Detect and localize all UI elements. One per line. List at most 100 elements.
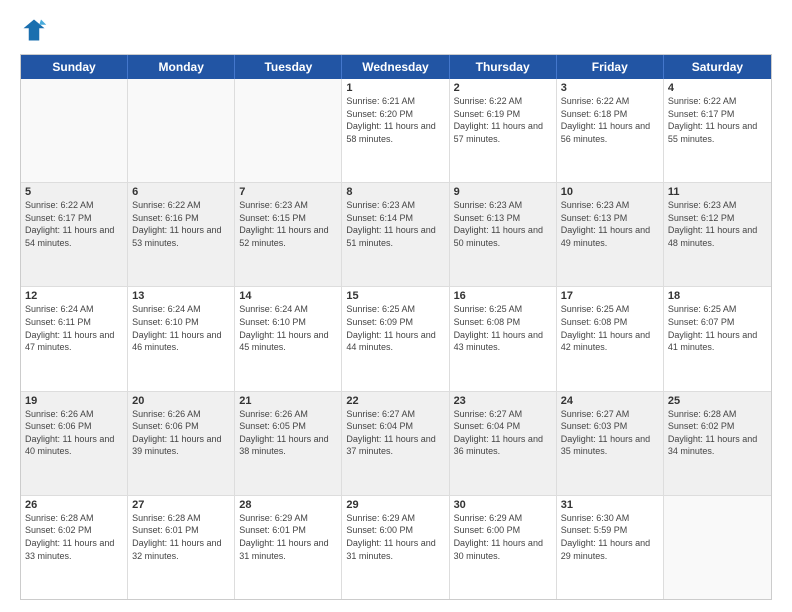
day-cell-10: 10Sunrise: 6:23 AMSunset: 6:13 PMDayligh… — [557, 183, 664, 286]
day-info: Sunrise: 6:26 AMSunset: 6:05 PMDaylight:… — [239, 408, 337, 458]
day-number: 11 — [668, 186, 767, 198]
day-cell-17: 17Sunrise: 6:25 AMSunset: 6:08 PMDayligh… — [557, 287, 664, 390]
day-number: 8 — [346, 186, 444, 198]
day-number: 1 — [346, 82, 444, 94]
day-cell-16: 16Sunrise: 6:25 AMSunset: 6:08 PMDayligh… — [450, 287, 557, 390]
day-cell-31: 31Sunrise: 6:30 AMSunset: 5:59 PMDayligh… — [557, 496, 664, 599]
day-cell-9: 9Sunrise: 6:23 AMSunset: 6:13 PMDaylight… — [450, 183, 557, 286]
day-number: 4 — [668, 82, 767, 94]
day-number: 7 — [239, 186, 337, 198]
day-cell-1: 1Sunrise: 6:21 AMSunset: 6:20 PMDaylight… — [342, 79, 449, 182]
day-info: Sunrise: 6:28 AMSunset: 6:02 PMDaylight:… — [668, 408, 767, 458]
empty-cell — [21, 79, 128, 182]
day-cell-7: 7Sunrise: 6:23 AMSunset: 6:15 PMDaylight… — [235, 183, 342, 286]
day-number: 10 — [561, 186, 659, 198]
day-cell-22: 22Sunrise: 6:27 AMSunset: 6:04 PMDayligh… — [342, 392, 449, 495]
day-cell-27: 27Sunrise: 6:28 AMSunset: 6:01 PMDayligh… — [128, 496, 235, 599]
header-day-thursday: Thursday — [450, 55, 557, 79]
day-info: Sunrise: 6:23 AMSunset: 6:12 PMDaylight:… — [668, 199, 767, 249]
header-day-friday: Friday — [557, 55, 664, 79]
day-number: 9 — [454, 186, 552, 198]
week-row-3: 12Sunrise: 6:24 AMSunset: 6:11 PMDayligh… — [21, 287, 771, 391]
header-day-wednesday: Wednesday — [342, 55, 449, 79]
day-info: Sunrise: 6:29 AMSunset: 6:00 PMDaylight:… — [346, 512, 444, 562]
day-number: 3 — [561, 82, 659, 94]
day-cell-6: 6Sunrise: 6:22 AMSunset: 6:16 PMDaylight… — [128, 183, 235, 286]
day-info: Sunrise: 6:25 AMSunset: 6:07 PMDaylight:… — [668, 303, 767, 353]
week-row-2: 5Sunrise: 6:22 AMSunset: 6:17 PMDaylight… — [21, 183, 771, 287]
day-cell-4: 4Sunrise: 6:22 AMSunset: 6:17 PMDaylight… — [664, 79, 771, 182]
header — [20, 16, 772, 44]
day-info: Sunrise: 6:27 AMSunset: 6:04 PMDaylight:… — [346, 408, 444, 458]
day-info: Sunrise: 6:22 AMSunset: 6:19 PMDaylight:… — [454, 95, 552, 145]
day-cell-29: 29Sunrise: 6:29 AMSunset: 6:00 PMDayligh… — [342, 496, 449, 599]
day-info: Sunrise: 6:25 AMSunset: 6:08 PMDaylight:… — [454, 303, 552, 353]
day-cell-12: 12Sunrise: 6:24 AMSunset: 6:11 PMDayligh… — [21, 287, 128, 390]
day-cell-26: 26Sunrise: 6:28 AMSunset: 6:02 PMDayligh… — [21, 496, 128, 599]
logo-icon — [20, 16, 48, 44]
day-number: 13 — [132, 290, 230, 302]
day-cell-30: 30Sunrise: 6:29 AMSunset: 6:00 PMDayligh… — [450, 496, 557, 599]
day-info: Sunrise: 6:24 AMSunset: 6:11 PMDaylight:… — [25, 303, 123, 353]
day-number: 28 — [239, 499, 337, 511]
day-info: Sunrise: 6:23 AMSunset: 6:13 PMDaylight:… — [561, 199, 659, 249]
day-info: Sunrise: 6:22 AMSunset: 6:18 PMDaylight:… — [561, 95, 659, 145]
day-cell-15: 15Sunrise: 6:25 AMSunset: 6:09 PMDayligh… — [342, 287, 449, 390]
day-cell-5: 5Sunrise: 6:22 AMSunset: 6:17 PMDaylight… — [21, 183, 128, 286]
day-cell-24: 24Sunrise: 6:27 AMSunset: 6:03 PMDayligh… — [557, 392, 664, 495]
header-day-sunday: Sunday — [21, 55, 128, 79]
header-day-saturday: Saturday — [664, 55, 771, 79]
day-cell-2: 2Sunrise: 6:22 AMSunset: 6:19 PMDaylight… — [450, 79, 557, 182]
day-number: 26 — [25, 499, 123, 511]
day-cell-11: 11Sunrise: 6:23 AMSunset: 6:12 PMDayligh… — [664, 183, 771, 286]
day-info: Sunrise: 6:23 AMSunset: 6:15 PMDaylight:… — [239, 199, 337, 249]
calendar-body: 1Sunrise: 6:21 AMSunset: 6:20 PMDaylight… — [21, 79, 771, 599]
day-number: 20 — [132, 395, 230, 407]
day-cell-18: 18Sunrise: 6:25 AMSunset: 6:07 PMDayligh… — [664, 287, 771, 390]
day-info: Sunrise: 6:25 AMSunset: 6:08 PMDaylight:… — [561, 303, 659, 353]
day-info: Sunrise: 6:30 AMSunset: 5:59 PMDaylight:… — [561, 512, 659, 562]
day-info: Sunrise: 6:28 AMSunset: 6:01 PMDaylight:… — [132, 512, 230, 562]
day-number: 17 — [561, 290, 659, 302]
day-cell-21: 21Sunrise: 6:26 AMSunset: 6:05 PMDayligh… — [235, 392, 342, 495]
day-number: 19 — [25, 395, 123, 407]
day-number: 23 — [454, 395, 552, 407]
calendar-header: SundayMondayTuesdayWednesdayThursdayFrid… — [21, 55, 771, 79]
logo — [20, 16, 52, 44]
day-number: 15 — [346, 290, 444, 302]
week-row-4: 19Sunrise: 6:26 AMSunset: 6:06 PMDayligh… — [21, 392, 771, 496]
page: SundayMondayTuesdayWednesdayThursdayFrid… — [0, 0, 792, 612]
header-day-tuesday: Tuesday — [235, 55, 342, 79]
day-number: 12 — [25, 290, 123, 302]
day-cell-20: 20Sunrise: 6:26 AMSunset: 6:06 PMDayligh… — [128, 392, 235, 495]
day-info: Sunrise: 6:27 AMSunset: 6:03 PMDaylight:… — [561, 408, 659, 458]
day-number: 31 — [561, 499, 659, 511]
calendar: SundayMondayTuesdayWednesdayThursdayFrid… — [20, 54, 772, 600]
day-info: Sunrise: 6:26 AMSunset: 6:06 PMDaylight:… — [25, 408, 123, 458]
day-cell-19: 19Sunrise: 6:26 AMSunset: 6:06 PMDayligh… — [21, 392, 128, 495]
day-info: Sunrise: 6:26 AMSunset: 6:06 PMDaylight:… — [132, 408, 230, 458]
day-cell-13: 13Sunrise: 6:24 AMSunset: 6:10 PMDayligh… — [128, 287, 235, 390]
week-row-5: 26Sunrise: 6:28 AMSunset: 6:02 PMDayligh… — [21, 496, 771, 599]
day-number: 29 — [346, 499, 444, 511]
day-number: 21 — [239, 395, 337, 407]
day-info: Sunrise: 6:22 AMSunset: 6:16 PMDaylight:… — [132, 199, 230, 249]
day-number: 6 — [132, 186, 230, 198]
day-info: Sunrise: 6:25 AMSunset: 6:09 PMDaylight:… — [346, 303, 444, 353]
day-number: 18 — [668, 290, 767, 302]
day-cell-28: 28Sunrise: 6:29 AMSunset: 6:01 PMDayligh… — [235, 496, 342, 599]
day-info: Sunrise: 6:27 AMSunset: 6:04 PMDaylight:… — [454, 408, 552, 458]
day-info: Sunrise: 6:24 AMSunset: 6:10 PMDaylight:… — [132, 303, 230, 353]
day-info: Sunrise: 6:23 AMSunset: 6:14 PMDaylight:… — [346, 199, 444, 249]
day-number: 22 — [346, 395, 444, 407]
day-info: Sunrise: 6:29 AMSunset: 6:00 PMDaylight:… — [454, 512, 552, 562]
day-number: 5 — [25, 186, 123, 198]
day-info: Sunrise: 6:22 AMSunset: 6:17 PMDaylight:… — [25, 199, 123, 249]
day-info: Sunrise: 6:28 AMSunset: 6:02 PMDaylight:… — [25, 512, 123, 562]
week-row-1: 1Sunrise: 6:21 AMSunset: 6:20 PMDaylight… — [21, 79, 771, 183]
day-info: Sunrise: 6:22 AMSunset: 6:17 PMDaylight:… — [668, 95, 767, 145]
day-number: 27 — [132, 499, 230, 511]
header-day-monday: Monday — [128, 55, 235, 79]
day-number: 2 — [454, 82, 552, 94]
day-cell-23: 23Sunrise: 6:27 AMSunset: 6:04 PMDayligh… — [450, 392, 557, 495]
